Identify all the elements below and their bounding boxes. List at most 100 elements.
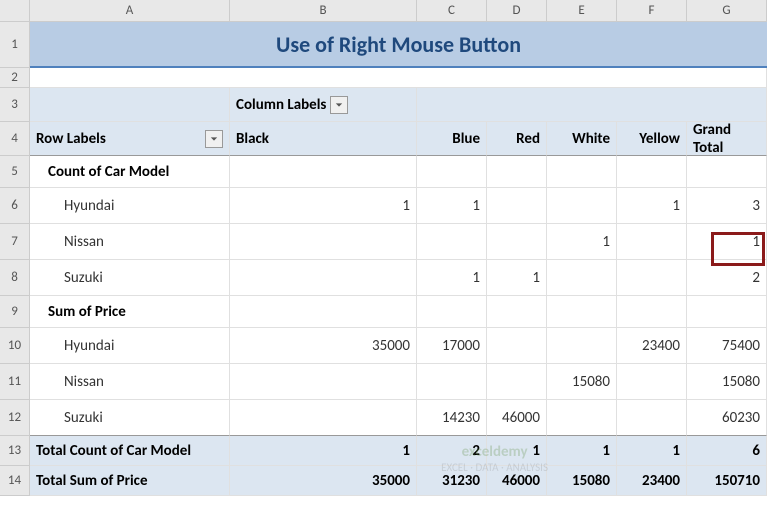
cell[interactable]: 1	[230, 436, 417, 466]
row-label[interactable]: Suzuki	[30, 260, 230, 296]
col-header-C[interactable]: C	[417, 0, 487, 22]
cell[interactable]: 1	[417, 260, 487, 296]
row-header-9[interactable]: 9	[0, 296, 30, 328]
cell[interactable]	[547, 188, 617, 224]
cell[interactable]	[617, 156, 687, 188]
cell[interactable]	[617, 224, 687, 260]
row-header-12[interactable]: 12	[0, 400, 30, 436]
cell[interactable]: 2	[687, 260, 767, 296]
cell[interactable]: 1	[547, 436, 617, 466]
cell[interactable]: 1	[487, 436, 547, 466]
cell[interactable]	[687, 156, 767, 188]
cell[interactable]: 1	[617, 188, 687, 224]
row-header-8[interactable]: 8	[0, 260, 30, 296]
col-header-D[interactable]: D	[487, 0, 547, 22]
col-header-F[interactable]: F	[617, 0, 687, 22]
row-header-2[interactable]: 2	[0, 68, 30, 88]
row-labels-dropdown[interactable]	[205, 130, 223, 148]
col-red[interactable]: Red	[487, 122, 547, 156]
row-header-14[interactable]: 14	[0, 466, 30, 496]
col-header-A[interactable]: A	[30, 0, 230, 22]
cell[interactable]: 6	[687, 436, 767, 466]
cell[interactable]	[487, 188, 547, 224]
cell[interactable]	[417, 224, 487, 260]
col-black[interactable]: Black	[230, 122, 417, 156]
cell[interactable]: 1	[547, 224, 617, 260]
cell[interactable]: 3	[687, 188, 767, 224]
cell[interactable]	[30, 68, 767, 88]
col-white[interactable]: White	[547, 122, 617, 156]
cell[interactable]	[547, 400, 617, 436]
cell[interactable]	[687, 296, 767, 328]
cell[interactable]	[547, 328, 617, 364]
cell[interactable]: 35000	[230, 328, 417, 364]
row-header-11[interactable]: 11	[0, 364, 30, 400]
col-grandtotal[interactable]: Grand Total	[687, 122, 767, 156]
row-labels-header[interactable]: Row Labels	[30, 122, 230, 156]
cell[interactable]: 60230	[687, 400, 767, 436]
row-label[interactable]: Hyundai	[30, 328, 230, 364]
cell[interactable]: 1	[230, 188, 417, 224]
cell-highlighted[interactable]: 1	[687, 224, 767, 260]
col-header-G[interactable]: G	[687, 0, 767, 22]
col-header-B[interactable]: B	[230, 0, 417, 22]
cell[interactable]: 1	[617, 436, 687, 466]
cell[interactable]	[230, 296, 417, 328]
cell[interactable]: 15080	[547, 466, 617, 496]
cell[interactable]	[417, 156, 487, 188]
cell[interactable]: 2	[417, 436, 487, 466]
title-cell[interactable]: Use of Right Mouse Button	[30, 22, 767, 68]
col-blue[interactable]: Blue	[417, 122, 487, 156]
cell[interactable]	[487, 328, 547, 364]
cell[interactable]: 1	[417, 188, 487, 224]
cell[interactable]: 150710	[687, 466, 767, 496]
cell[interactable]: 31230	[417, 466, 487, 496]
cell[interactable]: 15080	[687, 364, 767, 400]
cell[interactable]	[487, 364, 547, 400]
cell[interactable]	[547, 156, 617, 188]
cell[interactable]	[30, 88, 230, 122]
cell[interactable]	[547, 260, 617, 296]
row-header-1[interactable]: 1	[0, 22, 30, 68]
cell[interactable]	[617, 364, 687, 400]
total-sum-label[interactable]: Total Sum of Price	[30, 466, 230, 496]
row-header-10[interactable]: 10	[0, 328, 30, 364]
row-label[interactable]: Nissan	[30, 364, 230, 400]
cell[interactable]	[617, 296, 687, 328]
col-header-E[interactable]: E	[547, 0, 617, 22]
cell[interactable]: 35000	[230, 466, 417, 496]
cell[interactable]	[487, 296, 547, 328]
cell[interactable]: 46000	[487, 466, 547, 496]
cell[interactable]: 17000	[417, 328, 487, 364]
cell[interactable]	[230, 400, 417, 436]
cell[interactable]	[230, 156, 417, 188]
cell[interactable]	[417, 88, 767, 122]
cell[interactable]	[487, 224, 547, 260]
cell[interactable]	[230, 224, 417, 260]
total-count-label[interactable]: Total Count of Car Model	[30, 436, 230, 466]
section-count[interactable]: Count of Car Model	[30, 156, 230, 188]
row-header-4[interactable]: 4	[0, 122, 30, 156]
cell[interactable]	[417, 296, 487, 328]
row-header-3[interactable]: 3	[0, 88, 30, 122]
column-labels-dropdown[interactable]	[330, 96, 348, 114]
cell[interactable]	[617, 260, 687, 296]
cell[interactable]	[487, 156, 547, 188]
row-header-5[interactable]: 5	[0, 156, 30, 188]
column-labels-header[interactable]: Column Labels	[230, 88, 417, 122]
cell[interactable]: 46000	[487, 400, 547, 436]
cell[interactable]: 14230	[417, 400, 487, 436]
row-header-7[interactable]: 7	[0, 224, 30, 260]
cell[interactable]	[547, 296, 617, 328]
cell[interactable]: 23400	[617, 466, 687, 496]
col-yellow[interactable]: Yellow	[617, 122, 687, 156]
cell[interactable]: 15080	[547, 364, 617, 400]
row-label[interactable]: Nissan	[30, 224, 230, 260]
cell[interactable]: 75400	[687, 328, 767, 364]
cell[interactable]	[617, 400, 687, 436]
cell[interactable]: 23400	[617, 328, 687, 364]
cell[interactable]	[230, 260, 417, 296]
cell[interactable]	[230, 364, 417, 400]
row-label[interactable]: Suzuki	[30, 400, 230, 436]
row-header-13[interactable]: 13	[0, 436, 30, 466]
